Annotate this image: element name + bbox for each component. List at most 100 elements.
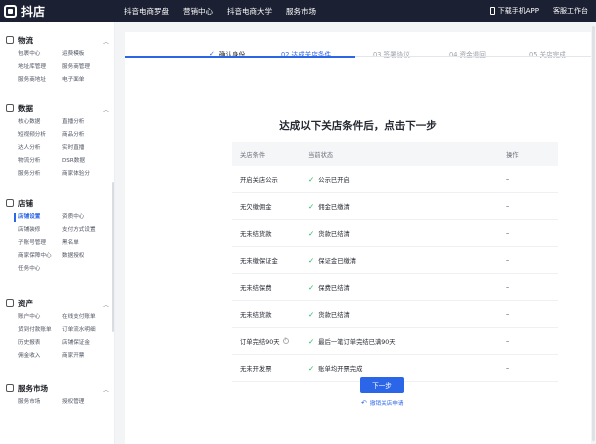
sidebar-item-video-analysis[interactable]: 短视频分析 bbox=[18, 131, 62, 140]
check-icon: ✓ bbox=[308, 174, 315, 184]
header-action: 操作 bbox=[506, 151, 519, 159]
next-step-button[interactable]: 下一步 bbox=[360, 377, 404, 393]
sidebar-item-store-deposit[interactable]: 店铺保证金 bbox=[62, 339, 112, 348]
chevron-up-icon[interactable]: ︿ bbox=[103, 385, 109, 394]
action-cell: – bbox=[506, 202, 510, 210]
main-scrollbar[interactable] bbox=[592, 26, 595, 441]
store-icon bbox=[6, 199, 14, 207]
sidebar-item-dsr-data[interactable]: DSR数据 bbox=[62, 157, 112, 166]
sidebar-item-product-analysis[interactable]: 商品分析 bbox=[62, 131, 112, 140]
sidebar-item-order-flow[interactable]: 订单流水明细 bbox=[62, 326, 112, 335]
top-right: 下载手机APP 客服工作台 bbox=[489, 0, 588, 22]
sidebar-item-task-center[interactable]: 任务中心 bbox=[18, 265, 62, 274]
logo[interactable]: 抖店 bbox=[4, 3, 45, 19]
sidebar-item-realtime-live[interactable]: 实时直播 bbox=[62, 144, 112, 153]
wallet-icon bbox=[6, 299, 14, 307]
sidebar-item-live-analysis[interactable]: 直播分析 bbox=[62, 118, 112, 127]
sidebar-section-header[interactable]: 物流 bbox=[6, 34, 33, 46]
check-icon: ✓ bbox=[308, 363, 315, 373]
sidebar-item-experience-score[interactable]: 商家体验分 bbox=[62, 170, 112, 179]
sidebar-item-payment-settings[interactable]: 支付方式设置 bbox=[62, 226, 112, 235]
sidebar-section-title: 数据 bbox=[18, 103, 33, 113]
chevron-up-icon[interactable]: ︿ bbox=[103, 37, 109, 46]
nav-compass[interactable]: 抖音电商罗盘 bbox=[124, 6, 169, 17]
sidebar-item-qualification-center[interactable]: 资质中心 bbox=[62, 213, 112, 222]
status-text: 最后一笔订单完结已满90天 bbox=[318, 338, 396, 346]
condition-cell: 开启关店公示 bbox=[240, 176, 278, 184]
sidebar-item-history-reports[interactable]: 历史报表 bbox=[18, 339, 62, 348]
sidebar-item-core-data[interactable]: 核心数据 bbox=[18, 118, 62, 127]
step-label: 05 关店完成 bbox=[529, 51, 566, 59]
logistics-icon bbox=[6, 36, 14, 44]
logo-icon bbox=[4, 4, 17, 18]
sidebar-item-invoicing[interactable]: 商家开票 bbox=[62, 352, 112, 361]
undo-icon: ↶ bbox=[361, 399, 367, 407]
sidebar-item-logistics-analysis[interactable]: 物流分析 bbox=[18, 157, 62, 166]
action-cell: – bbox=[506, 337, 510, 345]
status-text: 账单均开票完成 bbox=[318, 365, 363, 373]
sidebar-item-account-center[interactable]: 账户中心 bbox=[18, 313, 62, 322]
action-cell: – bbox=[506, 175, 510, 183]
status-cell: ✓ 公示已开启 bbox=[308, 175, 506, 184]
condition-cell: 订单完结90天? bbox=[232, 337, 308, 346]
revoke-label: 撤销关店申请 bbox=[369, 401, 404, 407]
table-row: 无欠缴佣金 ✓ 佣金已缴清 – bbox=[232, 193, 558, 220]
sidebar-item-service-analysis[interactable]: 服务分析 bbox=[18, 170, 62, 179]
nav-university[interactable]: 抖音电商大学 bbox=[227, 6, 272, 17]
workbench-link[interactable]: 客服工作台 bbox=[553, 6, 588, 16]
download-app-label: 下载手机APP bbox=[497, 7, 539, 15]
sidebar-section-header[interactable]: 资产 bbox=[6, 297, 33, 309]
status-cell: ✓ 货款已结清 bbox=[308, 310, 506, 319]
condition-cell: 无欠缴佣金 bbox=[240, 203, 272, 211]
sidebar-item-address-library[interactable]: 地址库管理 bbox=[18, 63, 62, 72]
condition-cell: 无未结货款 bbox=[240, 230, 272, 238]
chevron-up-icon[interactable]: ︿ bbox=[103, 105, 109, 114]
action-cell: – bbox=[506, 229, 510, 237]
header-status: 当前状态 bbox=[308, 151, 334, 159]
sidebar-item-sub-accounts[interactable]: 子账号管理 bbox=[18, 239, 62, 248]
sidebar-item-commission-income[interactable]: 佣金收入 bbox=[18, 352, 62, 361]
sidebar-item-store-settings[interactable]: 店铺设置 bbox=[18, 213, 62, 222]
sidebar-item-provider-mgmt[interactable]: 服务商管理 bbox=[62, 63, 112, 72]
nav-service-market[interactable]: 服务市场 bbox=[286, 6, 316, 17]
sidebar-item-provider-address[interactable]: 服务商地址 bbox=[18, 76, 62, 85]
sidebar-section-header[interactable]: 数据 bbox=[6, 102, 33, 114]
check-icon: ✓ bbox=[308, 282, 315, 292]
revoke-close-link[interactable]: ↶ 撤销关店申请 bbox=[361, 398, 403, 408]
main-content: ✓ 确认身份 02 达成关店条件 03 签署协议 04 资金退回 05 关店完成… bbox=[115, 22, 596, 444]
sidebar-item-creator-analysis[interactable]: 达人分析 bbox=[18, 144, 62, 153]
header-condition: 关店条件 bbox=[240, 151, 266, 159]
step-close-complete: 05 关店完成 bbox=[529, 46, 566, 62]
sidebar-section-header[interactable]: 店铺 bbox=[6, 197, 33, 209]
help-icon[interactable]: ? bbox=[282, 338, 289, 344]
condition-text: 订单完结90天 bbox=[240, 338, 280, 346]
chevron-up-icon[interactable]: ︿ bbox=[103, 300, 109, 309]
sidebar-section-header[interactable]: 服务市场 bbox=[6, 382, 48, 394]
sidebar-item-package-center[interactable]: 包裹中心 bbox=[18, 50, 62, 59]
sidebar-item-online-bill[interactable]: 在线支付账单 bbox=[62, 313, 112, 322]
table-row: 订单完结90天? ✓ 最后一笔订单完结已满90天 – bbox=[232, 328, 558, 355]
step-indicator: ✓ 确认身份 02 达成关店条件 03 签署协议 04 资金退回 05 关店完成 bbox=[125, 46, 591, 62]
nav-marketing[interactable]: 营销中心 bbox=[183, 6, 213, 17]
sidebar-scrollbar[interactable] bbox=[112, 182, 114, 332]
chart-icon bbox=[6, 104, 14, 112]
condition-cell: 无未结货款 bbox=[240, 311, 272, 319]
sidebar-item-store-decoration[interactable]: 店铺装修 bbox=[18, 226, 62, 235]
download-app-link[interactable]: 下载手机APP bbox=[489, 6, 539, 16]
sidebar-item-blacklist[interactable]: 黑名单 bbox=[62, 239, 112, 248]
sidebar-item-e-waybill[interactable]: 电子面单 bbox=[62, 76, 112, 85]
status-cell: ✓ 保费已结清 bbox=[308, 283, 506, 292]
step-label: 02 达成关店条件 bbox=[281, 51, 332, 59]
sidebar-item-auth-management[interactable]: 授权管理 bbox=[62, 398, 112, 407]
active-indicator bbox=[14, 213, 16, 222]
status-text: 保证金已缴清 bbox=[318, 257, 357, 265]
status-cell: ✓ 货款已结清 bbox=[308, 229, 506, 238]
table-row: 开启关店公示 ✓ 公示已开启 – bbox=[232, 166, 558, 193]
condition-cell: 无未开发票 bbox=[240, 365, 272, 373]
sidebar-item-cod-bill[interactable]: 货到付款账单 bbox=[18, 326, 62, 335]
sidebar-section-title: 服务市场 bbox=[18, 383, 48, 393]
sidebar-item-merchant-protection[interactable]: 商家保障中心 bbox=[18, 252, 62, 261]
sidebar-item-data-authorization[interactable]: 数据授权 bbox=[62, 252, 112, 261]
sidebar-item-freight-template[interactable]: 运费模板 bbox=[62, 50, 112, 59]
sidebar-item-service-market[interactable]: 服务市场 bbox=[18, 398, 62, 407]
